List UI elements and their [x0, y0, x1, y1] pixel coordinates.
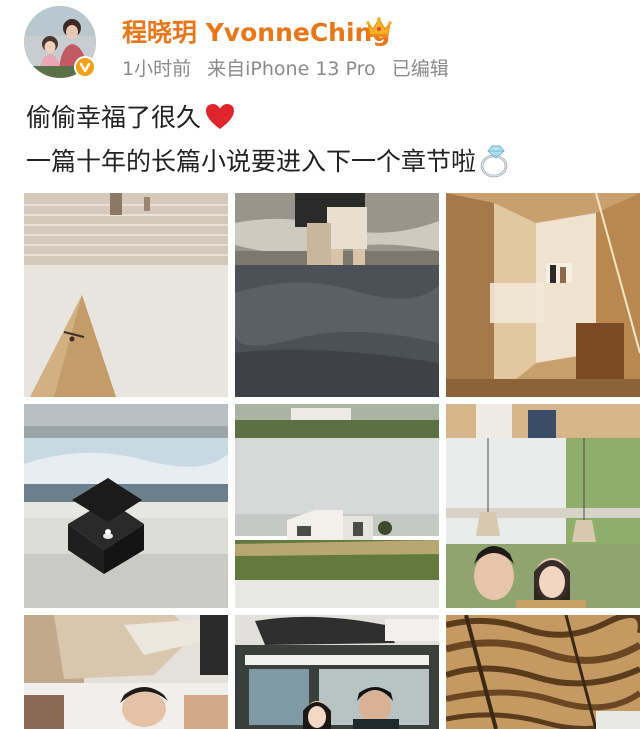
verified-badge-icon — [74, 56, 96, 78]
photo-4[interactable] — [24, 404, 228, 608]
post-text-line-1: 偷偷幸福了很久 — [26, 98, 235, 134]
post-source[interactable]: 来自iPhone 13 Pro — [207, 58, 376, 80]
photo-2[interactable] — [235, 193, 439, 397]
edited-label[interactable]: 已编辑 — [392, 58, 449, 80]
username[interactable]: 程晓玥 YvonneChing — [122, 13, 390, 49]
photo-3[interactable] — [446, 193, 640, 397]
weibo-post: 程晓玥 YvonneChing 1小时前 来自iPhone 13 Pro 已编辑… — [0, 0, 640, 729]
photo-1[interactable] — [24, 193, 228, 397]
heart-icon — [206, 104, 235, 129]
photo-6[interactable] — [446, 404, 640, 608]
photo-8[interactable] — [235, 615, 439, 729]
photo-5[interactable] — [235, 404, 439, 608]
post-text: 偷偷幸福了很久 — [26, 103, 202, 132]
photo-7[interactable] — [24, 615, 228, 729]
post-text-line-2: 一篇十年的长篇小说要进入下一个章节啦 — [26, 142, 512, 178]
diamond-ring-icon — [480, 145, 508, 178]
crown-icon — [366, 17, 392, 37]
post-text: 一篇十年的长篇小说要进入下一个章节啦 — [26, 147, 477, 176]
post-meta: 1小时前 来自iPhone 13 Pro 已编辑 — [122, 54, 459, 81]
post-time: 1小时前 — [122, 58, 192, 80]
photo-9[interactable] — [446, 615, 640, 729]
